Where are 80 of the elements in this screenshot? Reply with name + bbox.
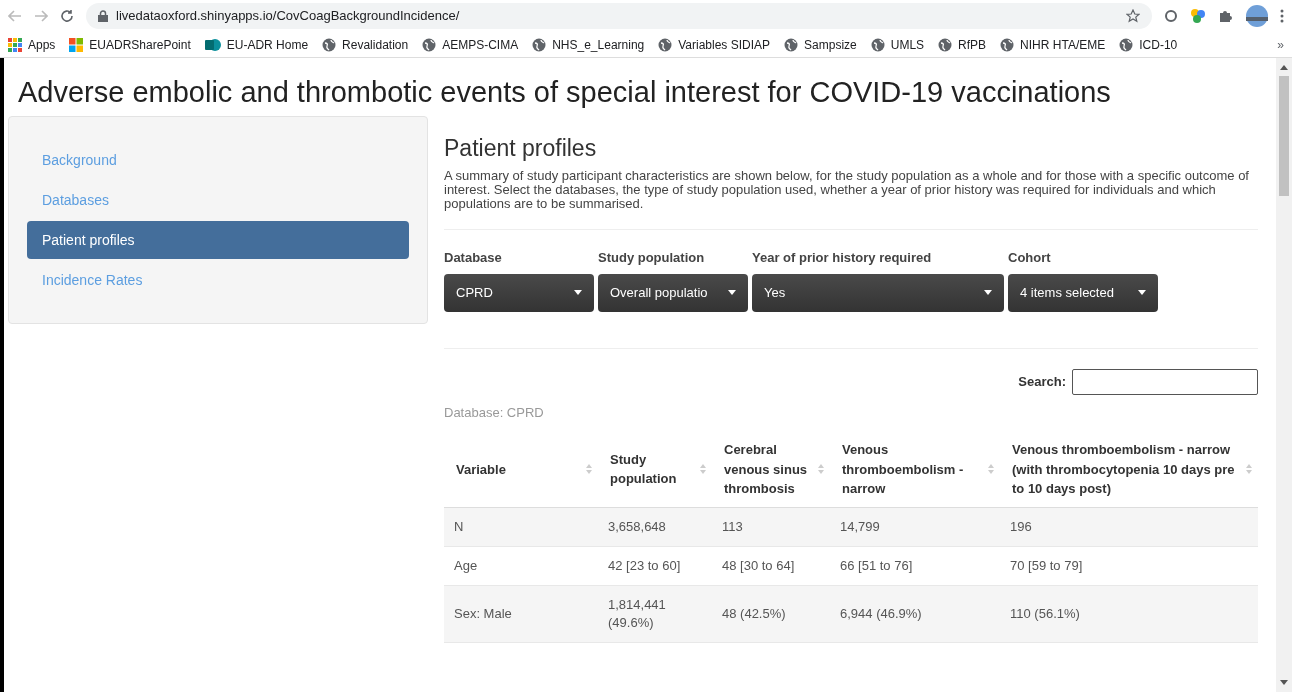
sort-icon xyxy=(700,463,706,476)
table-cell: 48 (42.5%) xyxy=(712,585,830,642)
globe-icon xyxy=(422,37,437,52)
table-cell: 66 [51 to 76] xyxy=(830,546,1000,585)
globe-icon xyxy=(322,37,337,52)
url-text: livedataoxford.shinyapps.io/CovCoagBackgroundIncidence/ xyxy=(116,7,460,26)
dropdown-button[interactable]: CPRD xyxy=(444,273,594,312)
globe-icon xyxy=(938,37,953,52)
caret-icon xyxy=(1138,290,1146,295)
description-text: A summary of study participant characteristics are shown below, for the study population as a whole and for those with a specific outcome of interest. Select the databases, the type of study population used, whether a year of prior history was required for individuals and which populations are to be summarised. xyxy=(444,169,1250,211)
dropdown-button[interactable]: Yes xyxy=(752,273,1004,312)
section-heading: Patient profiles xyxy=(444,134,598,163)
search-field[interactable] xyxy=(1072,368,1258,395)
dropdown-button[interactable]: 4 items selected xyxy=(1008,273,1158,312)
reload-icon[interactable] xyxy=(60,9,74,23)
search-label: Search: xyxy=(1018,372,1066,391)
bookmark[interactable]: NHS_e_Learning xyxy=(532,35,645,54)
menu-icon[interactable] xyxy=(1280,9,1284,23)
scroll-down-icon[interactable] xyxy=(1280,680,1288,686)
globe-icon xyxy=(658,37,673,52)
bookmark[interactable]: Revalidation xyxy=(322,35,409,54)
bookmark[interactable]: ICD-10 xyxy=(1119,35,1178,54)
scroll-thumb[interactable] xyxy=(1279,76,1289,196)
table-cell: 3,658,648 xyxy=(598,507,712,546)
sort-icon xyxy=(1246,463,1252,476)
bookmark[interactable]: EU-ADR Home xyxy=(204,35,309,54)
bookmark[interactable]: Variables SIDIAP xyxy=(658,35,771,54)
globe-icon xyxy=(532,37,547,52)
caret-icon xyxy=(728,290,736,295)
table-caption: Database: CPRD xyxy=(444,403,545,422)
dropdown-button[interactable]: Overall populatio xyxy=(598,273,748,312)
globe-icon xyxy=(784,37,799,52)
filter-label: Year of prior history required xyxy=(752,249,933,267)
table-cell: Age xyxy=(444,546,598,585)
circle-icon[interactable] xyxy=(1164,9,1178,23)
column-header[interactable]: Venous thromboembolism - narrow xyxy=(830,432,1000,507)
bookmark[interactable]: EUADRSharePoint xyxy=(69,35,191,54)
table-cell: Sex: Male xyxy=(444,585,598,642)
column-header[interactable]: Cerebral venous sinus thrombosis xyxy=(712,432,830,507)
table-cell: 70 [59 to 79] xyxy=(1000,546,1258,585)
table-cell: 196 xyxy=(1000,507,1258,546)
table-cell: 110 (56.1%) xyxy=(1000,585,1258,642)
bookmark[interactable]: UMLS xyxy=(870,35,925,54)
bookmark[interactable]: AEMPS-CIMA xyxy=(422,35,519,54)
filter-label: Database xyxy=(444,249,503,267)
table-cell: N xyxy=(444,507,598,546)
column-header[interactable]: Variable xyxy=(444,432,598,507)
address-bar[interactable]: livedataoxford.shinyapps.io/CovCoagBackgroundIncidence/ xyxy=(86,3,1152,29)
puzzle-icon[interactable] xyxy=(1218,8,1234,24)
bookmark[interactable]: Sampsize xyxy=(784,35,857,54)
more-bookmarks[interactable]: » xyxy=(1277,35,1284,54)
table-cell: 48 [30 to 64] xyxy=(712,546,830,585)
bookmark[interactable]: NIHR HTA/EME xyxy=(1000,35,1106,54)
globe-icon xyxy=(1119,37,1134,52)
sort-icon xyxy=(818,463,824,476)
table-cell: 6,944 (46.9%) xyxy=(830,585,1000,642)
caret-icon xyxy=(574,290,582,295)
globe-icon xyxy=(870,37,885,52)
lock-icon xyxy=(98,10,108,22)
globe-icon xyxy=(1000,37,1015,52)
apps-grid-icon xyxy=(8,37,22,52)
column-header[interactable]: Venous thromboembolism - narrow (with thrombocytopenia 10 days pre to 10 days post) xyxy=(1000,432,1258,507)
sort-icon xyxy=(586,463,592,476)
caret-icon xyxy=(984,290,992,295)
table-cell: 42 [23 to 60] xyxy=(598,546,712,585)
filter-label: Study population xyxy=(598,249,706,267)
scroll-up-icon[interactable] xyxy=(1280,64,1288,70)
bookmark[interactable]: RfPB xyxy=(938,35,987,54)
star-icon[interactable] xyxy=(1126,9,1140,23)
sort-icon xyxy=(988,463,994,476)
table-cell: 14,799 xyxy=(830,507,1000,546)
avatar-icon[interactable] xyxy=(1246,5,1268,27)
nav-link[interactable]: Patient profiles xyxy=(27,221,409,260)
bookmark[interactable]: Apps xyxy=(8,35,56,54)
table-cell: 113 xyxy=(712,507,830,546)
table-cell: 1,814,441 (49.6%) xyxy=(598,585,712,642)
column-header[interactable]: Study population xyxy=(598,432,712,507)
page-title: Adverse embolic and thrombotic events of special interest for COVID-19 vaccinations xyxy=(17,75,1112,110)
filter-label: Cohort xyxy=(1008,249,1052,267)
four-squares-icon xyxy=(69,37,84,52)
